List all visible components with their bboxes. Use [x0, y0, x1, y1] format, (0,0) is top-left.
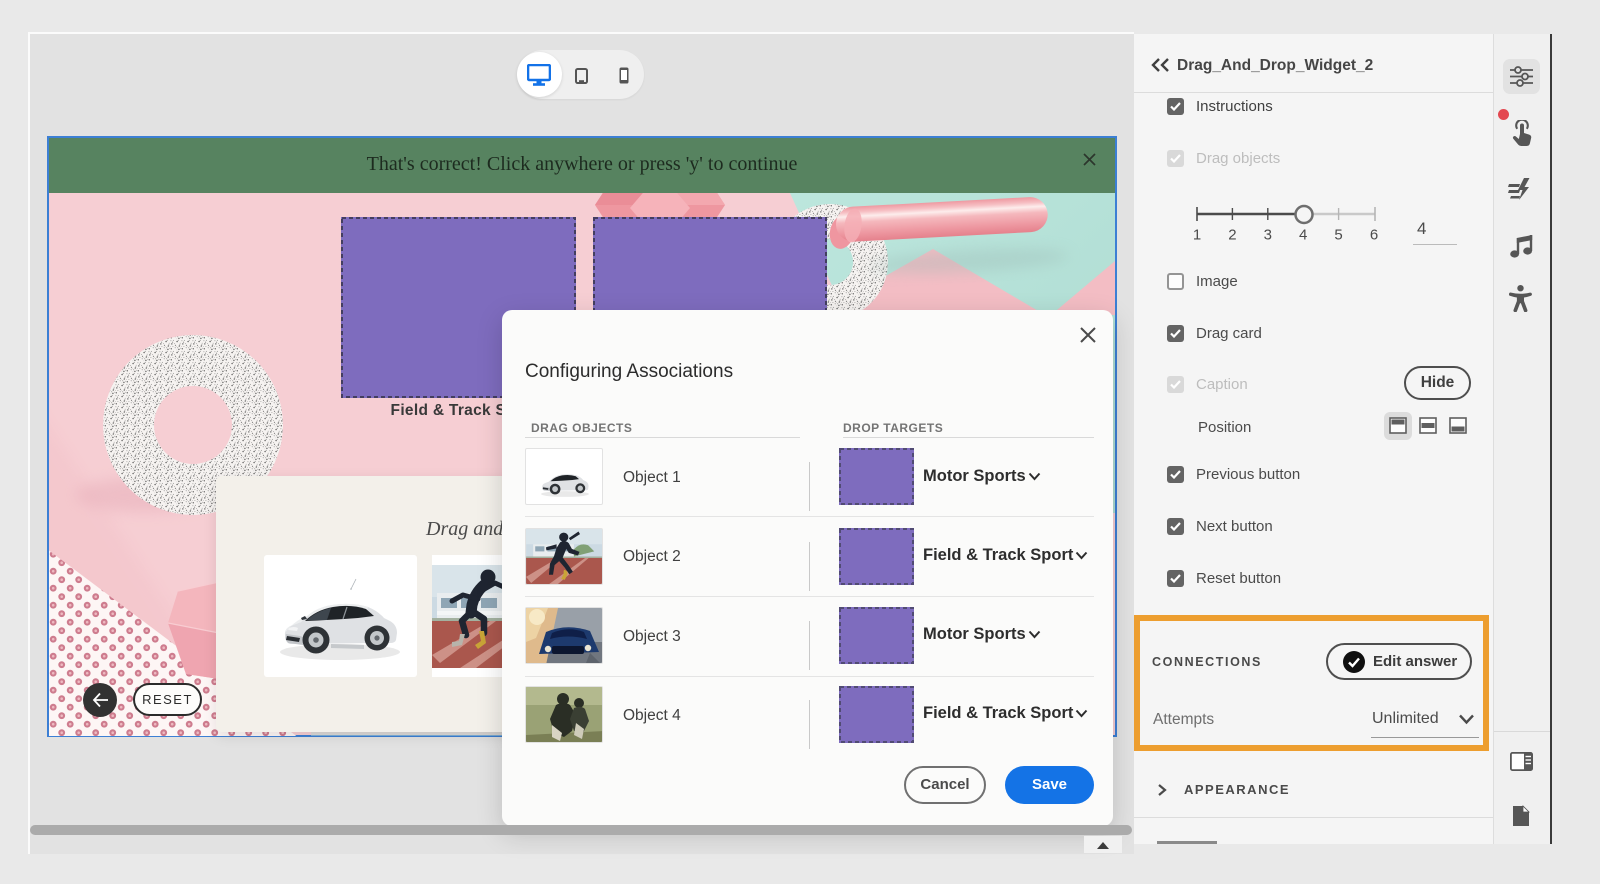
svg-text:6: 6	[1370, 227, 1378, 244]
svg-text:2: 2	[1228, 227, 1236, 244]
svg-text:1: 1	[1193, 227, 1201, 244]
svg-text:5: 5	[1334, 227, 1342, 244]
svg-text:3: 3	[1264, 227, 1272, 244]
svg-text:4: 4	[1299, 227, 1307, 244]
